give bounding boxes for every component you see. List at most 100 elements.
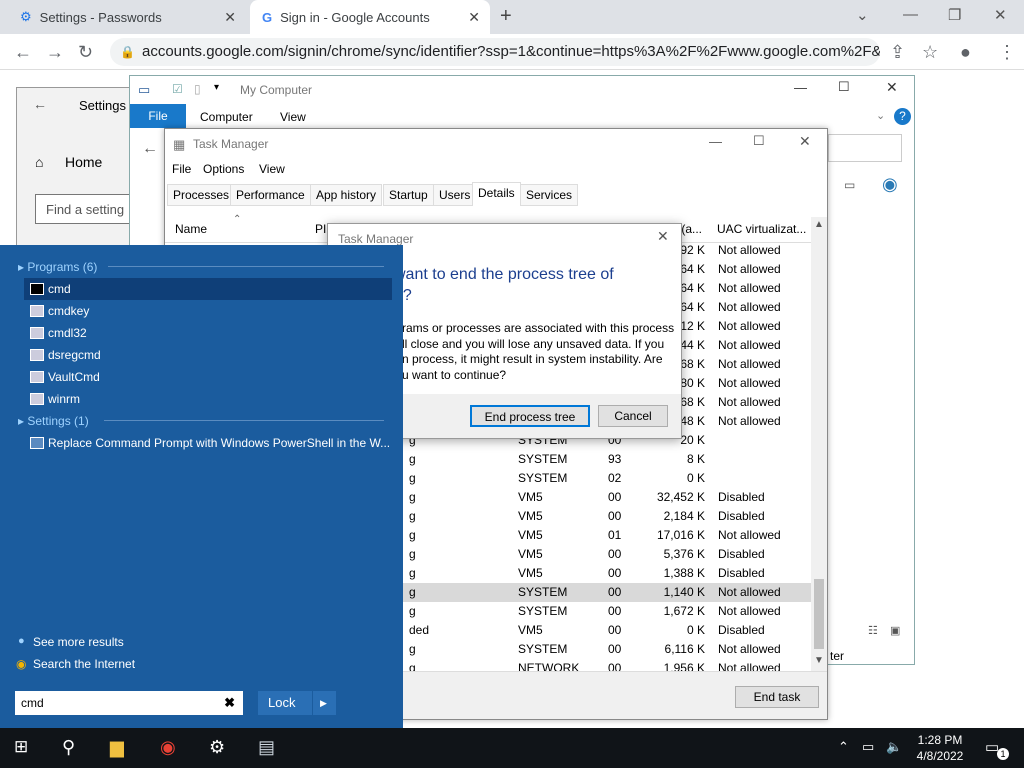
scroll-up-icon[interactable]: ▲ xyxy=(814,219,824,230)
search-internet-link[interactable]: Search the Internet xyxy=(33,657,135,671)
cancel-button[interactable]: Cancel xyxy=(598,405,668,427)
menu-file[interactable]: File xyxy=(172,162,191,176)
tab-google-signin[interactable]: G Sign in - Google Accounts ✕ xyxy=(250,0,490,34)
properties-icon[interactable]: ☑ xyxy=(172,82,183,96)
program-dsregcmd[interactable]: dsregcmd xyxy=(24,344,392,366)
chevron-right-icon[interactable]: ▶ xyxy=(320,691,327,715)
minimize-icon[interactable]: — xyxy=(709,134,722,149)
home-icon: ⌂ xyxy=(35,154,44,170)
settings-header[interactable]: ▸ Settings (1) xyxy=(18,414,89,428)
see-more-results-link[interactable]: See more results xyxy=(33,635,124,649)
restore-icon[interactable]: ❐ xyxy=(948,6,961,24)
details-view-icon[interactable]: ☷ xyxy=(868,624,878,637)
search-box[interactable] xyxy=(828,134,902,162)
close-tab-icon[interactable]: ✕ xyxy=(468,9,480,26)
forward-icon[interactable]: → xyxy=(46,42,64,63)
start-search-input[interactable]: cmd ✖ xyxy=(15,691,243,715)
cell-s: g xyxy=(409,642,416,656)
column-name[interactable]: Name xyxy=(175,222,207,236)
tab-app-history[interactable]: App history xyxy=(310,184,383,206)
task-manager-icon: ▦ xyxy=(173,137,186,152)
body-line: u want to continue? xyxy=(402,367,507,382)
program-cmdkey[interactable]: cmdkey xyxy=(24,300,392,322)
share-icon[interactable]: ⇪ xyxy=(890,42,905,63)
program-vaultcmd[interactable]: VaultCmd xyxy=(24,366,392,388)
back-icon[interactable]: ← xyxy=(14,42,32,63)
large-icons-view-icon[interactable]: ▣ xyxy=(890,624,900,637)
end-task-button[interactable]: End task xyxy=(735,686,819,708)
lock-button[interactable]: Lock ▶ xyxy=(258,691,336,715)
chevron-up-icon[interactable]: ⌃ xyxy=(838,739,849,755)
end-process-tree-button[interactable]: End process tree xyxy=(470,405,590,427)
cell-user: SYSTEM xyxy=(518,604,568,618)
settings-result[interactable]: Replace Command Prompt with Windows Powe… xyxy=(24,432,392,454)
clear-search-icon[interactable]: ✖ xyxy=(224,691,235,715)
back-icon[interactable]: ← xyxy=(142,140,158,158)
file-explorer-icon[interactable]: ▆ xyxy=(110,737,124,758)
minimize-icon[interactable]: — xyxy=(903,6,918,23)
program-cmd[interactable]: cmd xyxy=(24,278,392,300)
cell-uac: Disabled xyxy=(718,623,765,637)
tab-details[interactable]: Details xyxy=(472,182,521,206)
ribbon-view[interactable]: View xyxy=(280,110,306,124)
start-menu: ▸ Programs (6) cmd cmdkey cmdl32 dsregcm… xyxy=(0,245,403,728)
chrome-icon[interactable]: ◉ xyxy=(160,737,176,758)
programs-header[interactable]: ▸ Programs (6) xyxy=(18,260,97,274)
ribbon-file[interactable]: File xyxy=(130,104,186,128)
reload-icon[interactable]: ↻ xyxy=(78,42,93,63)
cell-user: VM5 xyxy=(518,509,543,523)
help-icon[interactable]: ? xyxy=(894,108,911,125)
program-winrm[interactable]: winrm xyxy=(24,388,392,410)
close-icon[interactable]: ✕ xyxy=(886,79,898,96)
cell-cpu: 00 xyxy=(608,623,622,637)
chevron-down-icon[interactable]: ⌄ xyxy=(856,6,869,24)
body-line: rams or processes are associated with th… xyxy=(402,321,675,335)
scrollbar[interactable]: ▲ ▼ xyxy=(811,217,827,671)
address-bar[interactable]: 🔒 accounts.google.com/signin/chrome/sync… xyxy=(110,38,880,66)
menu-view[interactable]: View xyxy=(259,162,285,176)
close-tab-icon[interactable]: ✕ xyxy=(224,9,236,26)
scroll-down-icon[interactable]: ▼ xyxy=(814,655,824,666)
program-cmdl32[interactable]: cmdl32 xyxy=(24,322,392,344)
tab-settings-passwords[interactable]: ⚙ Settings - Passwords ✕ xyxy=(8,0,246,34)
task-manager-icon[interactable]: ▤ xyxy=(258,737,275,758)
column-uac[interactable]: UAC virtualizat... xyxy=(717,222,806,236)
new-tab-icon[interactable]: + xyxy=(500,5,512,28)
menu-kebab-icon[interactable]: ⋮ xyxy=(998,42,1016,63)
scroll-thumb[interactable] xyxy=(814,579,824,649)
chevron-down-icon[interactable]: ⌄ xyxy=(876,109,885,122)
windows-start-icon[interactable]: ⊞ xyxy=(14,737,28,757)
volume-icon[interactable]: 🔈 xyxy=(886,739,902,755)
search-value: cmd xyxy=(21,696,44,710)
program-label: cmd xyxy=(48,282,71,296)
close-window-icon[interactable]: ✕ xyxy=(994,6,1007,24)
back-icon[interactable]: ← xyxy=(33,96,47,112)
star-icon[interactable]: ☆ xyxy=(922,42,938,63)
minimize-icon[interactable]: — xyxy=(794,80,807,95)
close-icon[interactable]: ✕ xyxy=(657,228,669,245)
network-icon[interactable]: ▭ xyxy=(862,739,874,755)
tab-performance[interactable]: Performance xyxy=(230,184,311,206)
maximize-icon[interactable]: ☐ xyxy=(838,79,850,95)
body-line: n process, it might result in system ins… xyxy=(402,352,663,366)
chevron-down-icon[interactable]: ▾ xyxy=(214,82,219,93)
tab-users[interactable]: Users xyxy=(433,184,477,206)
settings-gear-icon[interactable]: ⚙ xyxy=(209,737,225,758)
tab-processes[interactable]: Processes xyxy=(167,184,236,206)
menu-options[interactable]: Options xyxy=(203,162,244,176)
cell-user: SYSTEM xyxy=(518,642,568,656)
new-folder-icon[interactable]: ▯ xyxy=(194,82,201,96)
cell-cpu: 00 xyxy=(608,642,622,656)
clock[interactable]: 1:28 PM 4/8/2022 xyxy=(908,732,972,764)
ribbon-computer[interactable]: Computer xyxy=(200,110,253,124)
settings-home[interactable]: Home xyxy=(65,154,102,170)
cell-uac: Not allowed xyxy=(718,642,781,656)
close-icon[interactable]: ✕ xyxy=(799,133,811,150)
tab-startup[interactable]: Startup xyxy=(383,184,434,206)
cell-s: g xyxy=(409,452,416,466)
profile-icon[interactable]: ● xyxy=(960,42,971,63)
tab-services[interactable]: Services xyxy=(520,184,579,206)
search-icon[interactable]: ⚲ xyxy=(62,737,75,758)
dialog-heading: want to end the process tree of e? xyxy=(394,264,614,306)
maximize-icon[interactable]: ☐ xyxy=(753,133,765,149)
